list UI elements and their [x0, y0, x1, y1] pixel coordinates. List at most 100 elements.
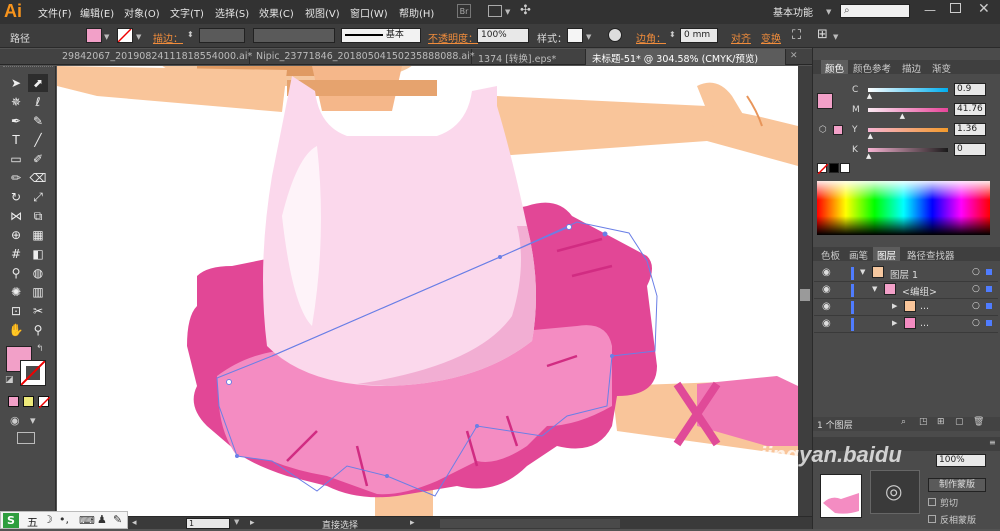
menu-file[interactable]: 文件(F): [38, 5, 72, 20]
chevron-down-icon[interactable]: ▼: [234, 518, 239, 526]
keyboard-icon[interactable]: ⌨: [79, 514, 95, 527]
chevron-down-icon[interactable]: ▼: [833, 33, 838, 41]
maximize-icon[interactable]: [950, 3, 961, 13]
channel-c-value[interactable]: 0.9: [954, 83, 986, 96]
tab-pathfinder[interactable]: 路径查找器: [903, 247, 959, 262]
anchor-point[interactable]: [235, 454, 239, 458]
anchor-point[interactable]: [610, 354, 614, 358]
pen-tool-icon[interactable]: ✒: [6, 112, 26, 130]
stroke-label[interactable]: 描边：: [153, 30, 183, 45]
new-layer-icon[interactable]: ▢: [955, 417, 964, 427]
layer-name[interactable]: 图层 1: [890, 267, 918, 281]
channel-m-value[interactable]: 41.76: [954, 103, 986, 116]
tab-gradient[interactable]: 渐变: [928, 60, 955, 75]
anchor-point[interactable]: [385, 474, 389, 478]
corner-label[interactable]: 边角：: [636, 30, 666, 45]
visibility-eye-icon[interactable]: ◉: [822, 301, 831, 312]
clip-checkbox[interactable]: [928, 498, 936, 506]
corner-radius-field[interactable]: 0 mm: [680, 28, 718, 43]
target-circle-icon[interactable]: ○: [972, 267, 980, 277]
make-clipping-mask-icon[interactable]: ◳: [919, 417, 928, 427]
close-icon[interactable]: ✕: [790, 51, 798, 61]
screen-mode-icon[interactable]: [17, 432, 35, 444]
document-tab[interactable]: 29842067_20190824111818554000.ai*: [56, 49, 252, 65]
layer-row[interactable]: ◉ ▶ ... ○: [814, 299, 998, 316]
gradient-tool-icon[interactable]: ◧: [28, 245, 48, 263]
free-transform-tool-icon[interactable]: ⧉: [28, 207, 48, 225]
layer-row[interactable]: ◉ ▶ ... ○: [814, 316, 998, 333]
rotate-tool-icon[interactable]: ↻: [6, 188, 26, 206]
fill-swatch[interactable]: [86, 28, 102, 43]
chevron-down-icon[interactable]: ▼: [505, 8, 510, 16]
magic-wand-tool-icon[interactable]: ✵: [6, 93, 26, 111]
stroke-weight-stepper[interactable]: ⬍: [187, 30, 194, 39]
none-mode-button[interactable]: [38, 396, 50, 408]
slider-thumb[interactable]: ▲: [866, 152, 871, 160]
panel-fill-swatch[interactable]: [817, 93, 833, 109]
opacity-label[interactable]: 不透明度：: [428, 30, 478, 45]
target-circle-icon[interactable]: ○: [972, 284, 980, 294]
channel-y-track[interactable]: [868, 128, 948, 132]
tab-color[interactable]: 颜色: [821, 60, 849, 75]
anchor-point[interactable]: [498, 255, 502, 259]
tab-layers[interactable]: 图层: [873, 247, 901, 262]
channel-k-track[interactable]: [868, 148, 948, 152]
disclosure-triangle-icon[interactable]: ▼: [872, 285, 877, 293]
layer-row[interactable]: ◉ ▼ <编组> ○: [814, 282, 998, 299]
chevron-down-icon[interactable]: ▼: [136, 33, 141, 41]
make-mask-button[interactable]: 制作蒙版: [928, 478, 986, 492]
trash-icon[interactable]: 🗑: [973, 417, 984, 427]
rectangle-tool-icon[interactable]: ▭: [6, 150, 26, 168]
arrange-documents-icon[interactable]: [488, 5, 502, 17]
tab-color-guide[interactable]: 颜色参考: [849, 60, 895, 75]
horizontal-scrollbar[interactable]: [440, 519, 620, 528]
channel-y-value[interactable]: 1.36: [954, 123, 986, 136]
line-tool-icon[interactable]: ╱: [28, 131, 48, 149]
color-mode-button[interactable]: [8, 396, 19, 407]
align-link[interactable]: 对齐: [731, 30, 751, 45]
zoom-tool-icon[interactable]: ⚲: [28, 321, 48, 339]
disclosure-triangle-icon[interactable]: ▶: [892, 302, 897, 310]
selection-indicator[interactable]: [986, 320, 992, 326]
recolor-artwork-icon[interactable]: [608, 28, 622, 42]
bridge-icon[interactable]: Br: [457, 4, 471, 18]
anchor-point[interactable]: [226, 379, 232, 385]
punctuation-icon[interactable]: •,: [59, 513, 69, 526]
stroke-swatch[interactable]: [117, 28, 133, 43]
panel-stroke-swatch[interactable]: [833, 125, 843, 135]
menu-object[interactable]: 对象(O): [124, 5, 160, 20]
chevron-down-icon[interactable]: ▼: [826, 8, 831, 16]
selection-tool-icon[interactable]: ➤: [6, 74, 26, 92]
disclosure-triangle-icon[interactable]: ▼: [860, 268, 865, 276]
menu-window[interactable]: 窗口(W): [350, 5, 388, 20]
panel-menu-icon[interactable]: ≡: [989, 438, 996, 447]
minimize-icon[interactable]: —: [924, 3, 936, 17]
width-tool-icon[interactable]: ⋈: [6, 207, 26, 225]
slider-thumb[interactable]: ▲: [867, 92, 872, 100]
ime-mode-label[interactable]: 五: [27, 514, 38, 530]
chevron-down-icon[interactable]: ▼: [104, 33, 109, 41]
stroke-weight-field[interactable]: [199, 28, 245, 43]
layer-name[interactable]: ...: [920, 318, 929, 329]
anchor-point[interactable]: [475, 424, 479, 428]
selection-indicator[interactable]: [986, 303, 992, 309]
scale-tool-icon[interactable]: ⤢: [28, 188, 48, 206]
target-circle-icon[interactable]: ○: [972, 301, 980, 311]
locate-object-icon[interactable]: ⌕: [901, 417, 906, 427]
tab-stroke[interactable]: 描边: [898, 60, 925, 75]
blend-tool-icon[interactable]: ◍: [28, 264, 48, 282]
visibility-eye-icon[interactable]: ◉: [822, 318, 831, 329]
document-tab-active[interactable]: 未标题-51* @ 304.58% (CMYK/预览): [586, 49, 786, 65]
chevron-down-icon[interactable]: ▾: [30, 414, 36, 427]
half-width-icon[interactable]: ☽: [43, 513, 53, 526]
visibility-eye-icon[interactable]: ◉: [822, 267, 831, 278]
selection-indicator[interactable]: [986, 269, 992, 275]
variable-width-profile[interactable]: [253, 28, 335, 43]
visibility-eye-icon[interactable]: ◉: [822, 284, 831, 295]
out-of-gamut-icon[interactable]: ⬡: [819, 125, 827, 135]
channel-m-track[interactable]: [868, 108, 948, 112]
new-sublayer-icon[interactable]: ⊞: [937, 417, 945, 427]
lasso-tool-icon[interactable]: ℓ: [28, 93, 48, 111]
mesh-tool-icon[interactable]: #: [6, 245, 26, 263]
curvature-tool-icon[interactable]: ✎: [28, 112, 48, 130]
